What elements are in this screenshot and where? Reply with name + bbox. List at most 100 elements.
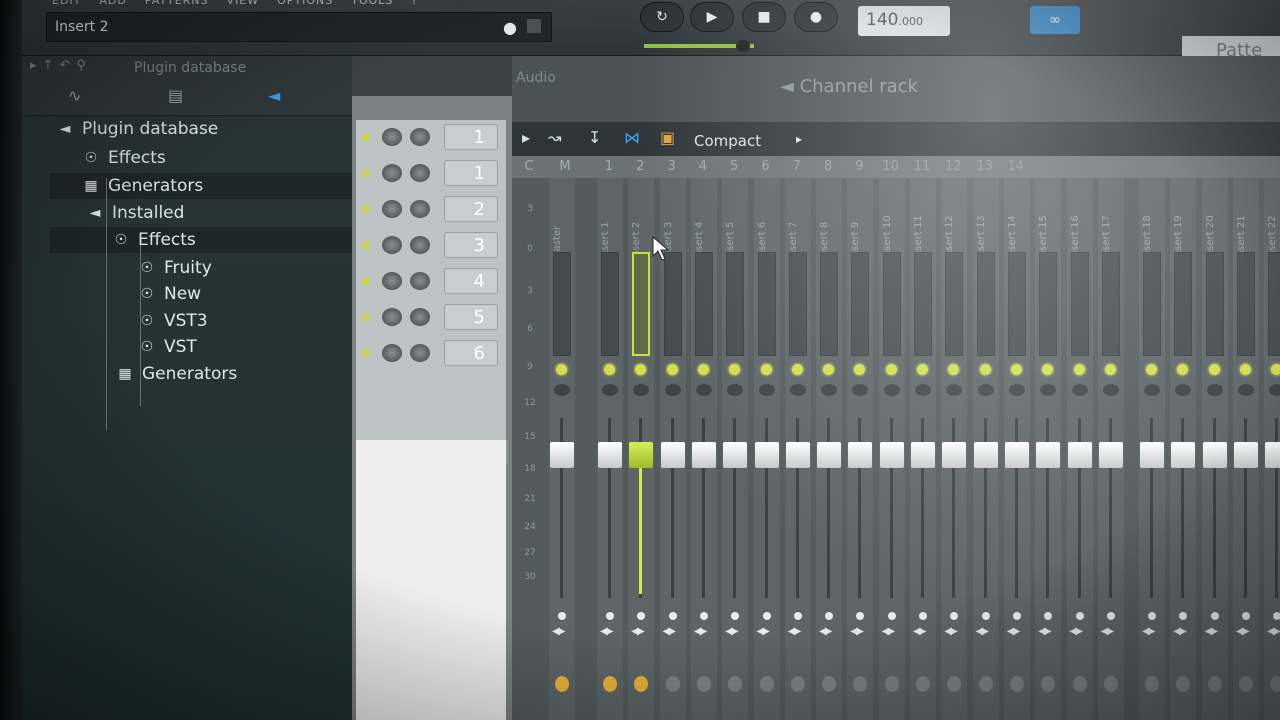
mixer-strip[interactable]: Insert 14 ◀▶ xyxy=(1001,178,1031,720)
mixer-strip[interactable]: Insert 4 ◀▶ xyxy=(688,178,718,720)
level-meter[interactable] xyxy=(1007,252,1026,356)
mixer-strip[interactable]: Insert 10 ◀▶ xyxy=(876,178,906,720)
channel-led[interactable] xyxy=(362,169,370,177)
level-meter[interactable] xyxy=(1205,252,1224,356)
send-knob[interactable] xyxy=(1103,676,1118,692)
volume-knob[interactable] xyxy=(410,200,430,218)
strip-enable-led[interactable] xyxy=(979,364,991,375)
strip-enable-led[interactable] xyxy=(1271,364,1280,375)
pan-indicator[interactable] xyxy=(1273,612,1280,620)
level-meter[interactable] xyxy=(601,252,619,356)
menu-patterns[interactable]: PATTERNS xyxy=(145,0,209,8)
volume-fader[interactable] xyxy=(1265,442,1280,468)
send-knob[interactable] xyxy=(759,676,774,692)
channel-row[interactable]: 2 xyxy=(356,192,506,226)
pan-indicator[interactable] xyxy=(699,612,708,620)
pan-knob[interactable] xyxy=(382,164,402,182)
pan-knob[interactable] xyxy=(382,308,402,326)
view-mode-icon[interactable]: ▣ xyxy=(660,128,675,147)
channel-row[interactable]: 5 xyxy=(356,300,506,334)
song-mode-button[interactable]: ↻ xyxy=(640,2,684,32)
volume-fader[interactable] xyxy=(1234,442,1258,468)
pan-indicator[interactable] xyxy=(606,612,614,620)
strip-enable-led[interactable] xyxy=(885,364,897,375)
channel-number[interactable]: 5 xyxy=(444,304,498,330)
audio-tab-label[interactable]: Audio xyxy=(516,70,556,86)
strip-enable-led[interactable] xyxy=(1208,364,1220,375)
strip-enable-led[interactable] xyxy=(917,364,928,375)
tree-item-fruity[interactable]: ☉ Fruity xyxy=(138,255,212,281)
stereo-knob[interactable] xyxy=(664,384,681,396)
send-knob[interactable] xyxy=(1072,676,1087,692)
stereo-knob[interactable] xyxy=(789,384,806,396)
send-knob[interactable] xyxy=(555,676,569,692)
send-knob[interactable] xyxy=(696,676,711,692)
strip-enable-led[interactable] xyxy=(604,364,615,375)
channel-number[interactable]: 3 xyxy=(444,232,498,258)
pan-indicator[interactable] xyxy=(1242,612,1250,620)
level-meter[interactable] xyxy=(757,252,776,356)
volume-fader[interactable] xyxy=(1067,442,1092,468)
mixer-strip[interactable]: Insert 17 ◀▶ xyxy=(1095,178,1125,720)
volume-knob[interactable] xyxy=(410,164,430,182)
menu-add[interactable]: ADD xyxy=(99,0,126,8)
volume-fader[interactable] xyxy=(1036,442,1061,468)
mixer-strip[interactable]: Insert 16 ◀▶ xyxy=(1064,178,1094,720)
routing-icon[interactable]: ↝ xyxy=(548,128,561,147)
level-meter[interactable] xyxy=(1039,252,1058,356)
volume-fader[interactable] xyxy=(1202,442,1227,468)
pan-indicator[interactable] xyxy=(887,612,896,620)
volume-fader[interactable] xyxy=(785,442,810,468)
stereo-knob[interactable] xyxy=(1238,384,1254,396)
send-knob[interactable] xyxy=(1270,676,1280,692)
tree-item-new[interactable]: ☉ New xyxy=(138,281,201,307)
channel-led[interactable] xyxy=(362,313,370,321)
pan-knob[interactable] xyxy=(382,272,402,290)
pan-indicator[interactable] xyxy=(981,612,990,620)
stereo-knob[interactable] xyxy=(1102,384,1119,396)
pan-indicator[interactable] xyxy=(558,612,566,620)
send-knob[interactable] xyxy=(1145,676,1160,692)
mixer-strip[interactable]: Insert 1 ◀▶ xyxy=(594,178,624,720)
level-meter[interactable] xyxy=(976,252,995,356)
volume-fader[interactable] xyxy=(691,442,716,468)
waveform-icon[interactable]: ∿ xyxy=(68,86,81,105)
menu-help[interactable]: ? xyxy=(411,0,418,8)
menu-view[interactable]: VIEW xyxy=(227,0,260,8)
level-meter[interactable] xyxy=(851,252,870,356)
browser-nav-arrows[interactable]: ▸↑↶⚲ xyxy=(30,58,92,73)
stereo-knob[interactable] xyxy=(1144,384,1161,396)
level-meter[interactable] xyxy=(1174,252,1193,356)
strip-enable-led[interactable] xyxy=(791,364,803,375)
channel-led[interactable] xyxy=(362,349,370,357)
send-knob[interactable] xyxy=(916,676,930,692)
level-meter[interactable] xyxy=(788,252,807,356)
channel-row[interactable]: 1 xyxy=(356,156,506,190)
stereo-knob[interactable] xyxy=(977,384,994,396)
mixer-strip[interactable]: Insert 5 ◀▶ xyxy=(719,178,749,720)
mixer-strip[interactable]: Master ◀▶ xyxy=(546,178,576,720)
volume-fader[interactable] xyxy=(723,442,748,468)
channel-led[interactable] xyxy=(362,133,370,141)
tree-item-effects[interactable]: ☉ Effects xyxy=(82,145,166,171)
stereo-knob[interactable] xyxy=(554,384,570,396)
send-knob[interactable] xyxy=(1009,676,1024,692)
stereo-knob[interactable] xyxy=(1206,384,1223,396)
download-icon[interactable]: ↧ xyxy=(588,128,601,147)
stereo-knob[interactable] xyxy=(915,384,931,396)
level-meter[interactable] xyxy=(553,252,571,356)
stereo-knob[interactable] xyxy=(1008,384,1025,396)
chevron-right-icon[interactable]: ▸ xyxy=(796,132,802,146)
send-knob[interactable] xyxy=(884,676,899,692)
send-knob[interactable] xyxy=(665,676,680,692)
tree-item-plugin-database[interactable]: ◄ Plugin database xyxy=(56,116,219,142)
stop-button[interactable]: ■ xyxy=(742,2,786,32)
volume-fader[interactable] xyxy=(754,442,779,468)
channel-number[interactable]: 4 xyxy=(444,268,498,294)
strip-enable-led[interactable] xyxy=(1073,364,1085,375)
tree-item-installed-generators[interactable]: ▦ Generators xyxy=(116,361,237,387)
link-mode-icon[interactable]: ⋈ xyxy=(624,128,640,147)
channel-row[interactable]: 4 xyxy=(356,264,506,298)
play-button[interactable]: ▶ xyxy=(690,2,734,32)
pan-indicator[interactable] xyxy=(919,612,927,620)
